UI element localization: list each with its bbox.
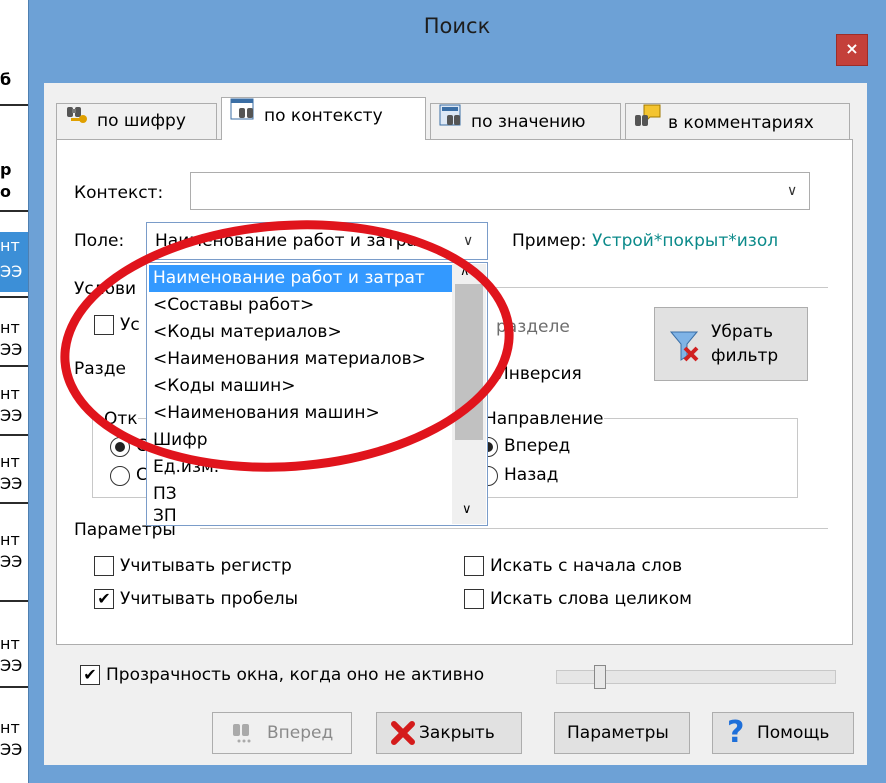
- close-window-button[interactable]: ×: [836, 34, 868, 66]
- background-text: нт: [0, 634, 20, 653]
- inversion-label: Инверсия: [496, 364, 582, 384]
- help-button-label: Помощь: [757, 723, 830, 743]
- spaces-label: Учитывать пробелы: [120, 589, 299, 609]
- background-text: ЭЭ: [0, 740, 23, 759]
- background-text: нт: [0, 236, 20, 255]
- context-combobox[interactable]: ∨: [190, 172, 810, 210]
- binoculars-icon: [231, 721, 255, 750]
- forward-button[interactable]: Вперед: [212, 712, 352, 754]
- clear-filter-line1: Убрать: [711, 322, 773, 342]
- background-text: нт: [0, 318, 20, 337]
- binoculars-doc-icon: [230, 98, 258, 134]
- close-button-label: Закрыть: [419, 723, 495, 743]
- binoculars-key-icon: [65, 104, 91, 138]
- binoculars-comment-icon: [634, 104, 662, 142]
- field-label: Поле:: [74, 231, 125, 251]
- background-text: ЭЭ: [0, 406, 23, 425]
- background-text: ЭЭ: [0, 262, 23, 281]
- background-text: о: [0, 182, 11, 201]
- background-divider: [0, 434, 30, 436]
- background-divider: [0, 104, 30, 106]
- case-label: Учитывать регистр: [120, 556, 292, 576]
- tab-by-value[interactable]: по значению: [430, 103, 621, 139]
- close-button[interactable]: Закрыть: [376, 712, 522, 754]
- tab-label: в комментариях: [668, 113, 814, 133]
- background-text: нт: [0, 384, 20, 403]
- background-divider: [0, 502, 30, 504]
- dropdown-option[interactable]: ЗП: [149, 503, 453, 525]
- background-divider: [0, 600, 30, 602]
- params-button[interactable]: Параметры: [554, 712, 690, 754]
- red-x-icon: [391, 721, 415, 750]
- tab-label: по значению: [471, 112, 586, 132]
- filter-remove-icon: [669, 330, 703, 367]
- tab-by-context[interactable]: по контексту: [221, 97, 426, 140]
- example-value: Устрой*покрыт*изол: [592, 231, 779, 251]
- conditions-group-line: [470, 287, 828, 288]
- example-label: Пример:: [512, 231, 587, 251]
- transparency-checkbox[interactable]: ✔: [80, 665, 100, 685]
- background-text: нт: [0, 718, 20, 737]
- whole-word-label: Искать слова целиком: [490, 589, 692, 609]
- background-text: ЭЭ: [0, 552, 23, 571]
- chevron-down-icon[interactable]: ∨: [463, 233, 473, 249]
- background-text: р: [0, 160, 12, 179]
- background-text: ЭЭ: [0, 656, 23, 675]
- transparency-label: Прозрачность окна, когда оно не активно: [106, 665, 485, 685]
- spaces-checkbox[interactable]: ✔: [94, 589, 114, 609]
- word-start-label: Искать с начала слов: [490, 556, 683, 576]
- params-group-line: [200, 528, 828, 529]
- background-text: нт: [0, 452, 20, 471]
- tab-label: по шифру: [97, 111, 186, 131]
- help-question-icon: ?: [727, 715, 745, 750]
- clear-filter-line2: фильтр: [711, 346, 779, 366]
- help-button[interactable]: ? Помощь: [712, 712, 854, 754]
- background-text: ЭЭ: [0, 474, 23, 493]
- whole-word-checkbox[interactable]: [464, 589, 484, 609]
- clear-filter-button[interactable]: Убрать фильтр: [654, 307, 808, 381]
- background-divider: [0, 296, 30, 298]
- background-text: б: [0, 70, 12, 89]
- direction-group-label: Направление: [484, 409, 604, 429]
- background-divider: [0, 686, 30, 688]
- direction-group-frame: [476, 418, 798, 498]
- direction-back-label: Назад: [504, 465, 559, 485]
- word-start-checkbox[interactable]: [464, 556, 484, 576]
- direction-forward-label: Вперед: [504, 436, 571, 456]
- dialog-title: Поиск: [423, 14, 491, 38]
- forward-button-label: Вперед: [267, 723, 334, 743]
- binoculars-calc-icon: [439, 104, 465, 140]
- case-checkbox[interactable]: [94, 556, 114, 576]
- background-text: ЭЭ: [0, 340, 23, 359]
- tab-by-code[interactable]: по шифру: [56, 103, 217, 139]
- background-divider: [0, 365, 30, 367]
- tab-in-comments[interactable]: в комментариях: [625, 103, 850, 139]
- background-text: нт: [0, 530, 20, 549]
- params-button-label: Параметры: [567, 723, 669, 743]
- chevron-down-icon[interactable]: ∨: [787, 183, 797, 199]
- context-label: Контекст:: [74, 183, 164, 203]
- transparency-slider-thumb[interactable]: [594, 665, 606, 689]
- scroll-down-icon[interactable]: ∨: [462, 502, 472, 517]
- start-radio-2[interactable]: [110, 466, 130, 486]
- background-divider: [0, 210, 30, 212]
- tab-label: по контексту: [264, 106, 383, 126]
